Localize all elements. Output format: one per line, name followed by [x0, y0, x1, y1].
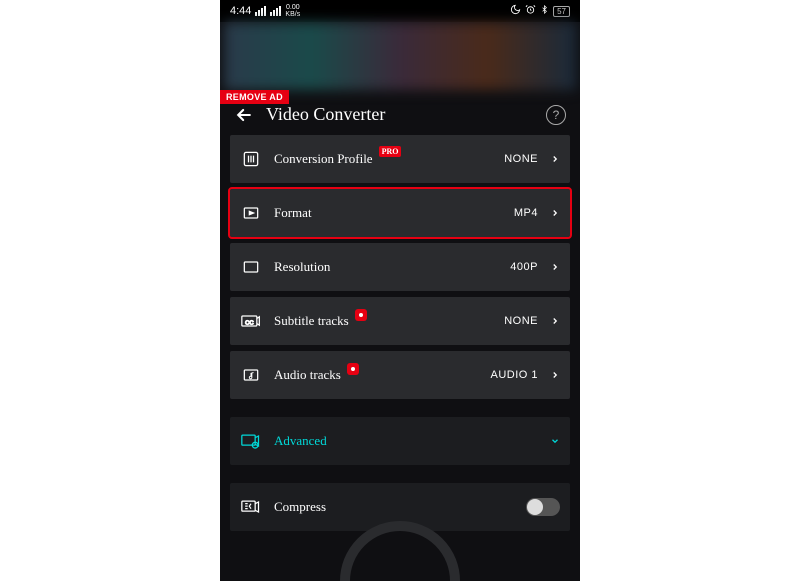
back-button[interactable] [234, 105, 254, 125]
chevron-down-icon [550, 436, 560, 446]
compress-icon [240, 496, 262, 518]
alarm-icon [525, 4, 536, 18]
row-format[interactable]: Format MP4 [230, 189, 570, 237]
row-audio-tracks[interactable]: Audio tracks AUDIO 1 [230, 351, 570, 399]
row-value: AUDIO 1 [490, 369, 538, 381]
page-title: Video Converter [266, 104, 534, 125]
signal-icon-2 [270, 6, 281, 16]
chevron-right-icon [550, 206, 560, 220]
row-label-text: Format [274, 205, 312, 221]
chevron-right-icon [550, 260, 560, 274]
pro-badge: PRO [379, 146, 402, 157]
notification-dot [347, 363, 359, 375]
row-label-text: Conversion Profile [274, 151, 373, 167]
cc-icon: CC [240, 310, 262, 332]
row-label-text: Audio tracks [274, 367, 341, 383]
status-bar: 4:44 0.00 KB/s 57 [220, 0, 580, 22]
music-note-icon [240, 364, 262, 386]
row-subtitle-tracks[interactable]: CC Subtitle tracks NONE [230, 297, 570, 345]
row-label-text: Advanced [274, 433, 327, 449]
resolution-icon [240, 256, 262, 278]
chevron-right-icon [550, 368, 560, 382]
row-advanced[interactable]: Advanced [230, 417, 570, 465]
chevron-right-icon [550, 152, 560, 166]
ad-banner[interactable] [224, 22, 576, 90]
sliders-icon [240, 148, 262, 170]
row-conversion-profile[interactable]: Conversion Profile PRO NONE [230, 135, 570, 183]
row-value: MP4 [514, 207, 538, 219]
advanced-gear-icon [240, 430, 262, 452]
row-value: NONE [504, 315, 538, 327]
svg-text:CC: CC [245, 320, 253, 326]
row-value: 400P [510, 261, 538, 273]
compress-toggle[interactable] [526, 498, 560, 516]
row-label-text: Resolution [274, 259, 330, 275]
row-resolution[interactable]: Resolution 400P [230, 243, 570, 291]
remove-ad-badge[interactable]: REMOVE AD [220, 90, 289, 104]
chevron-right-icon [550, 314, 560, 328]
row-value: NONE [504, 153, 538, 165]
signal-icon [255, 6, 266, 16]
network-speed: 0.00 KB/s [285, 4, 300, 18]
status-time: 4:44 [230, 5, 251, 17]
moon-icon [510, 4, 521, 18]
play-file-icon [240, 202, 262, 224]
help-button[interactable]: ? [546, 105, 566, 125]
bluetooth-icon [540, 4, 549, 18]
notification-dot [355, 309, 367, 321]
row-label-text: Subtitle tracks [274, 313, 349, 329]
battery-icon: 57 [553, 6, 570, 17]
row-label-text: Compress [274, 499, 326, 515]
